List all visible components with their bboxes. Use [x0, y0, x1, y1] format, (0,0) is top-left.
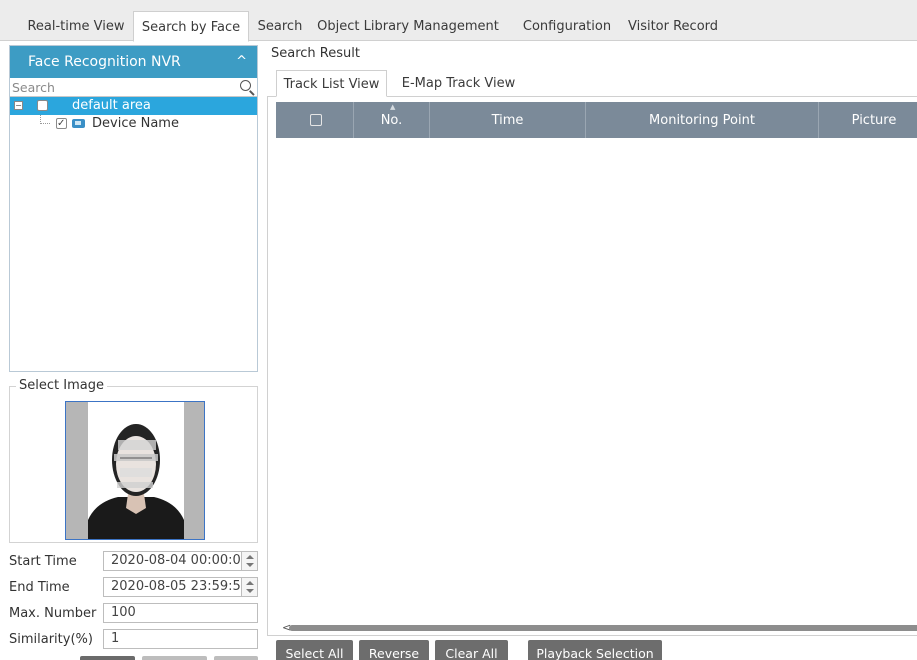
select-image-group: Select Image: [9, 378, 258, 543]
tertiary-button[interactable]: [214, 656, 258, 660]
scroll-thumb[interactable]: [289, 625, 917, 631]
horizontal-scrollbar[interactable]: <: [276, 621, 917, 634]
header-checkbox[interactable]: [310, 114, 322, 126]
similarity-label: Similarity(%): [9, 632, 93, 647]
end-time-field[interactable]: 2020-08-05 23:59:59: [103, 577, 258, 597]
sort-up-icon: ▲: [390, 103, 396, 111]
end-time-value: 2020-08-05 23:59:59: [111, 579, 250, 594]
spin-down-icon[interactable]: [246, 563, 254, 567]
column-no[interactable]: ▲ No.: [354, 102, 430, 138]
collapse-icon[interactable]: −: [14, 101, 23, 110]
tree-connector: [40, 115, 50, 124]
column-picture[interactable]: Picture: [819, 102, 917, 138]
tab-e-map-track-view[interactable]: E-Map Track View: [395, 70, 522, 97]
area-checkbox[interactable]: [37, 100, 48, 111]
main-tab-bar: Real-time View Search by Face Search Obj…: [0, 0, 917, 42]
portrait-photo: [88, 402, 184, 539]
column-time[interactable]: Time: [430, 102, 586, 138]
spin-up-icon[interactable]: [246, 581, 254, 585]
tab-real-time-view[interactable]: Real-time View: [20, 11, 132, 42]
device-search-input[interactable]: [10, 78, 257, 96]
chevron-up-icon[interactable]: ^: [236, 46, 247, 78]
device-search: [10, 78, 257, 97]
device-panel: Face Recognition NVR ^ − default area De…: [9, 45, 258, 372]
tree-item-label: default area: [72, 98, 151, 113]
app-window: Real-time View Search by Face Search Obj…: [0, 0, 917, 660]
max-number-field[interactable]: 100: [103, 603, 258, 623]
playback-selection-button[interactable]: Playback Selection: [528, 640, 662, 660]
tab-search-by-face[interactable]: Search by Face: [133, 11, 249, 42]
tab-search[interactable]: Search: [254, 11, 306, 42]
similarity-field[interactable]: 1: [103, 629, 258, 649]
select-all-button[interactable]: Select All: [276, 640, 353, 660]
device-panel-title: Face Recognition NVR: [28, 54, 181, 70]
start-time-label: Start Time: [9, 554, 77, 569]
tab-configuration[interactable]: Configuration: [512, 11, 622, 42]
end-time-spinner[interactable]: [241, 577, 258, 597]
device-checkbox[interactable]: [56, 115, 67, 133]
reverse-button[interactable]: Reverse: [359, 640, 429, 660]
tab-track-list-view[interactable]: Track List View: [276, 70, 387, 97]
end-time-label: End Time: [9, 580, 70, 595]
spin-up-icon[interactable]: [246, 555, 254, 559]
device-panel-header[interactable]: Face Recognition NVR ^: [10, 46, 257, 78]
search-icon[interactable]: [240, 80, 251, 91]
search-result-label: Search Result: [271, 46, 360, 61]
tree-item-device[interactable]: Device Name: [10, 115, 257, 133]
table-header: ▲ No. Time Monitoring Point Picture: [276, 102, 917, 138]
tree-item-default-area[interactable]: − default area: [10, 97, 257, 115]
tab-object-library-management[interactable]: Object Library Management: [308, 11, 508, 42]
start-time-spinner[interactable]: [241, 551, 258, 571]
start-time-value: 2020-08-04 00:00:00: [111, 553, 250, 568]
tab-visitor-record[interactable]: Visitor Record: [624, 11, 722, 42]
tree-item-label: Device Name: [92, 116, 179, 131]
secondary-button[interactable]: [142, 656, 207, 660]
column-monitoring-point[interactable]: Monitoring Point: [586, 102, 819, 138]
select-image-label: Select Image: [16, 378, 107, 393]
camera-icon: [72, 119, 85, 128]
clear-all-button[interactable]: Clear All: [435, 640, 508, 660]
result-table-body: [276, 138, 917, 622]
face-image[interactable]: [65, 401, 205, 540]
start-time-field[interactable]: 2020-08-04 00:00:00: [103, 551, 258, 571]
spin-down-icon[interactable]: [246, 589, 254, 593]
portrait-person: [88, 424, 184, 539]
max-number-label: Max. Number: [9, 606, 97, 621]
search-button[interactable]: [80, 656, 135, 660]
select-all-column: [276, 102, 354, 138]
